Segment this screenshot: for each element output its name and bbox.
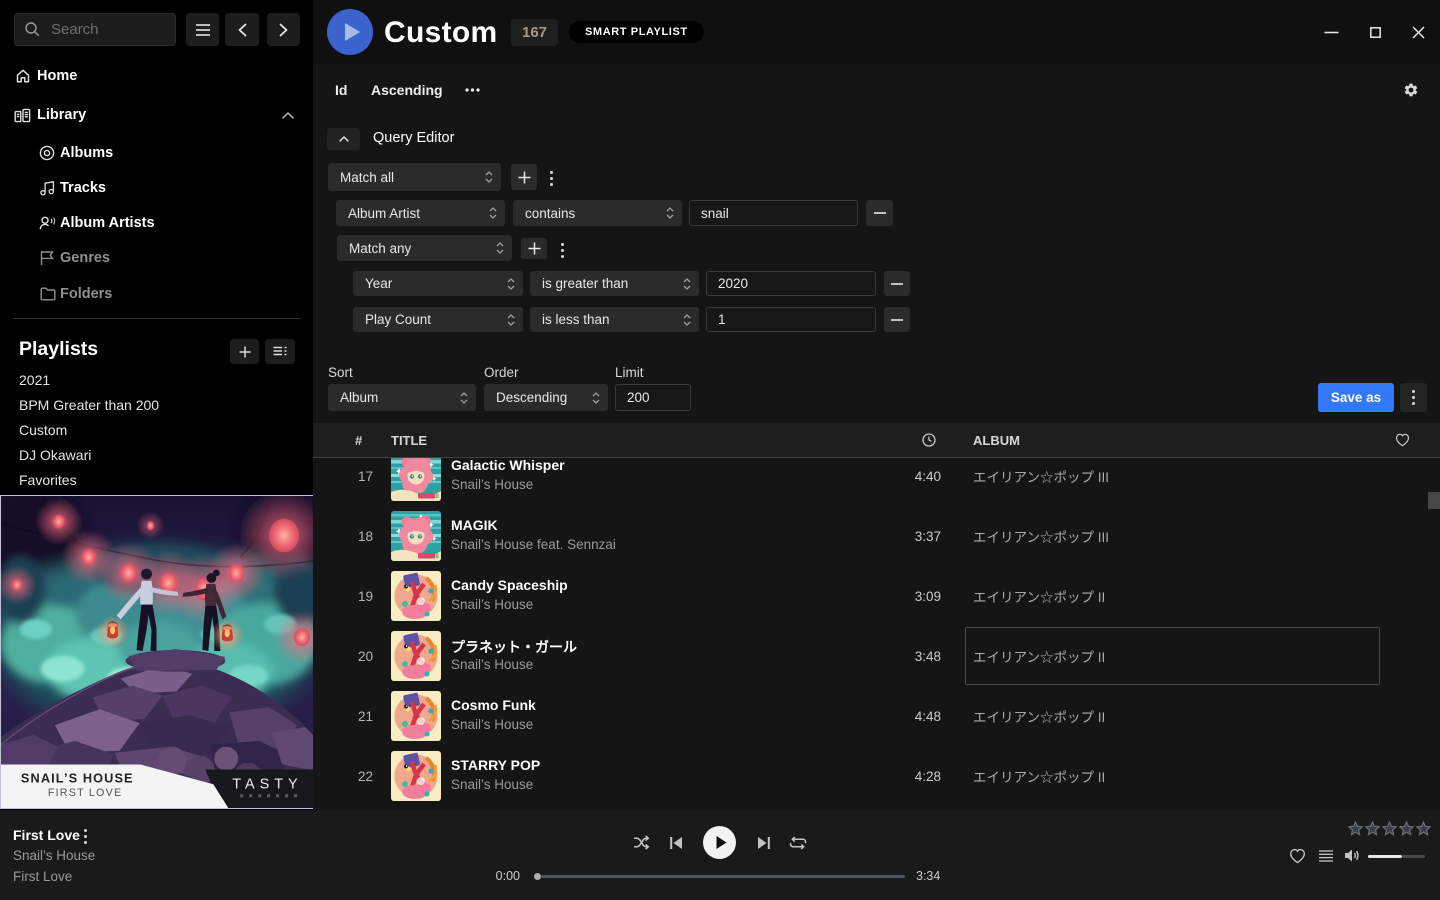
svg-text:TASTY: TASTY [232,776,302,792]
svg-text:FIRST LOVE: FIRST LOVE [48,787,123,799]
svg-text:SNAIL’S HOUSE: SNAIL’S HOUSE [21,771,134,785]
